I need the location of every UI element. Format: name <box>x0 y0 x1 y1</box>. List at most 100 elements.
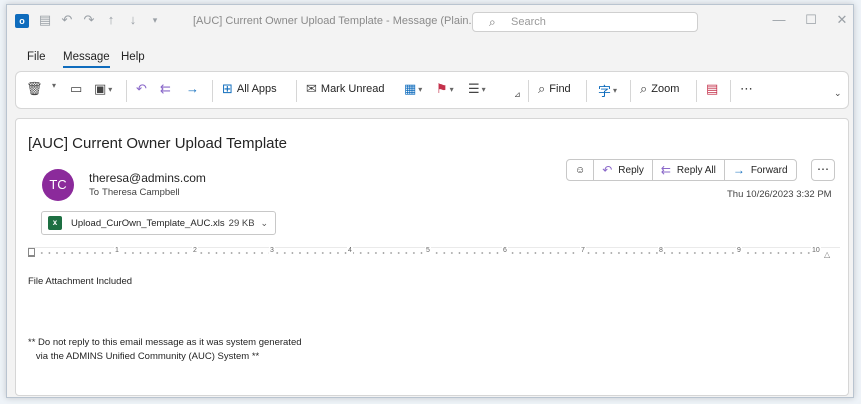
search-icon: ⌕ <box>538 81 546 96</box>
sender-address[interactable]: theresa@admins.com <box>89 171 206 185</box>
message-subject: [AUC] Current Owner Upload Template <box>28 135 287 152</box>
chevron-down-icon: ▾ <box>449 84 454 94</box>
chevron-down-icon: ▾ <box>108 84 113 94</box>
ruler-number: 10 <box>811 247 821 254</box>
categorize-button[interactable]: ▦ ▾ <box>404 81 422 97</box>
reply-ribbon-button[interactable]: ↶ <box>136 81 147 97</box>
move-folder-icon: ▣ <box>94 81 107 96</box>
ruler-number: 8 <box>658 247 664 254</box>
reply-button[interactable]: ↶ Reply <box>594 160 653 180</box>
to-label: To <box>89 187 100 198</box>
chevron-down-icon: ▾ <box>52 81 57 90</box>
reading-pane: [AUC] Current Owner Upload Template TC t… <box>15 118 849 396</box>
mark-unread-label: Mark Unread <box>320 83 385 95</box>
ruler-number: 2 <box>192 247 198 254</box>
launcher-icon: ⊿ <box>514 90 521 99</box>
translate-button[interactable]: 字 ▾ <box>598 81 617 100</box>
archive-button[interactable]: ▭ <box>70 81 82 97</box>
ruler-number: 7 <box>580 247 586 254</box>
next-item-icon[interactable]: ↓ <box>125 12 141 27</box>
tab-message[interactable]: Message <box>63 51 110 68</box>
ribbon-divider <box>696 80 697 102</box>
indent-marker-icon[interactable] <box>28 248 35 257</box>
forward-ribbon-button[interactable]: → <box>186 81 199 96</box>
title-bar: o ▤ ↶ ↷ ↑ ↓ ▾ [AUC] Current Owner Upload… <box>7 5 853 37</box>
rules-icon: ☰ <box>468 81 480 96</box>
body-line: ** Do not reply to this email message as… <box>28 337 302 348</box>
reply-all-icon: ⇇ <box>660 163 671 177</box>
message-date: Thu 10/26/2023 3:32 PM <box>727 189 832 200</box>
chevron-down-icon: ▾ <box>418 84 423 94</box>
reply-label: Reply <box>618 164 644 176</box>
reply-all-ribbon-button[interactable]: ⇇ <box>160 81 171 97</box>
reply-all-icon: ⇇ <box>160 81 171 96</box>
ribbon-divider <box>296 80 297 102</box>
ribbon-divider <box>212 80 213 102</box>
more-commands-button[interactable]: ⋯ <box>740 81 753 97</box>
search-placeholder: Search <box>511 16 546 28</box>
close-icon[interactable]: ✕ <box>833 12 851 28</box>
right-indent-icon[interactable]: △ <box>824 250 830 259</box>
body-line: via the ADMINS Unified Community (AUC) S… <box>28 351 260 362</box>
save-icon[interactable]: ▤ <box>37 12 53 28</box>
zoom-label: Zoom <box>651 83 680 95</box>
rules-button[interactable]: ☰ ▾ <box>468 81 486 97</box>
search-box[interactable]: ⌕ Search <box>472 12 698 32</box>
customize-toolbar-icon[interactable]: ▾ <box>147 15 163 26</box>
ribbon-divider <box>126 80 127 102</box>
reply-icon: ↶ <box>136 81 147 96</box>
move-button[interactable]: ▣ ▾ <box>94 81 112 97</box>
forward-icon: → <box>186 81 199 96</box>
ruler: 1 2 3 4 5 6 7 8 9 10 △ <box>28 247 840 259</box>
outlook-message-window: o ▤ ↶ ↷ ↑ ↓ ▾ [AUC] Current Owner Upload… <box>6 4 854 398</box>
chevron-down-icon[interactable]: ⌄ <box>261 218 269 229</box>
emoji-reaction-button[interactable]: ☺ <box>567 160 595 180</box>
zoom-button[interactable]: ⌕ Zoom <box>640 81 679 97</box>
forward-icon: → <box>732 163 745 177</box>
excel-file-icon: x <box>48 216 62 230</box>
forward-button[interactable]: → Forward <box>725 160 796 180</box>
all-apps-label: All Apps <box>236 83 277 95</box>
search-icon: ⌕ <box>489 15 496 29</box>
outlook-app-icon: o <box>15 14 29 28</box>
chevron-down-icon: ⌄ <box>834 88 842 98</box>
recipient-line: To Theresa Campbell <box>89 187 180 198</box>
find-label: Find <box>549 83 571 95</box>
delete-button[interactable]: 🗑 <box>26 81 43 97</box>
attachment-name: Upload_CurOwn_Template_AUC.xls <box>71 217 225 229</box>
ribbon-expand-button[interactable]: ⊿ <box>514 90 521 99</box>
more-actions-button[interactable]: ⋯ <box>811 159 835 181</box>
previous-item-icon[interactable]: ↑ <box>103 12 119 27</box>
menu-bar: File Message Help <box>7 45 853 69</box>
envelope-icon: ✉ <box>306 81 317 96</box>
flag-icon: ⚑ <box>436 81 448 96</box>
ruler-number: 4 <box>347 247 353 254</box>
avatar[interactable]: TC <box>42 169 74 201</box>
chevron-down-icon: ▾ <box>613 86 618 95</box>
find-button[interactable]: ⌕ Find <box>538 81 571 97</box>
recipient-name[interactable]: Theresa Campbell <box>102 187 180 198</box>
minimize-icon[interactable]: — <box>770 12 788 27</box>
redo-icon[interactable]: ↷ <box>81 12 97 28</box>
ruler-number: 3 <box>269 247 275 254</box>
maximize-icon[interactable]: ☐ <box>802 12 820 28</box>
archive-icon: ▭ <box>70 81 83 96</box>
translate-icon: 字 <box>598 84 612 99</box>
report-button[interactable]: ▤ <box>706 81 718 97</box>
tab-file[interactable]: File <box>27 51 46 63</box>
category-icon: ▦ <box>404 81 417 96</box>
attachment-chip[interactable]: x Upload_CurOwn_Template_AUC.xls 29 KB ⌄ <box>41 211 276 235</box>
mark-unread-button[interactable]: ✉ Mark Unread <box>306 81 384 97</box>
tab-help[interactable]: Help <box>121 51 145 63</box>
reply-all-label: Reply All <box>676 164 716 176</box>
undo-icon[interactable]: ↶ <box>59 12 75 28</box>
chevron-down-icon: ▾ <box>481 84 486 94</box>
all-apps-button[interactable]: ⊞ All Apps <box>222 81 277 97</box>
reply-all-button[interactable]: ⇇ Reply All <box>653 160 725 180</box>
report-icon: ▤ <box>706 81 719 96</box>
flag-button[interactable]: ⚑ ▾ <box>436 81 454 97</box>
smiley-icon: ☺ <box>575 164 586 176</box>
delete-dropdown[interactable]: ▾ <box>50 81 56 90</box>
ribbon-collapse-button[interactable]: ⌄ <box>834 88 842 99</box>
reply-icon: ↶ <box>602 163 613 177</box>
